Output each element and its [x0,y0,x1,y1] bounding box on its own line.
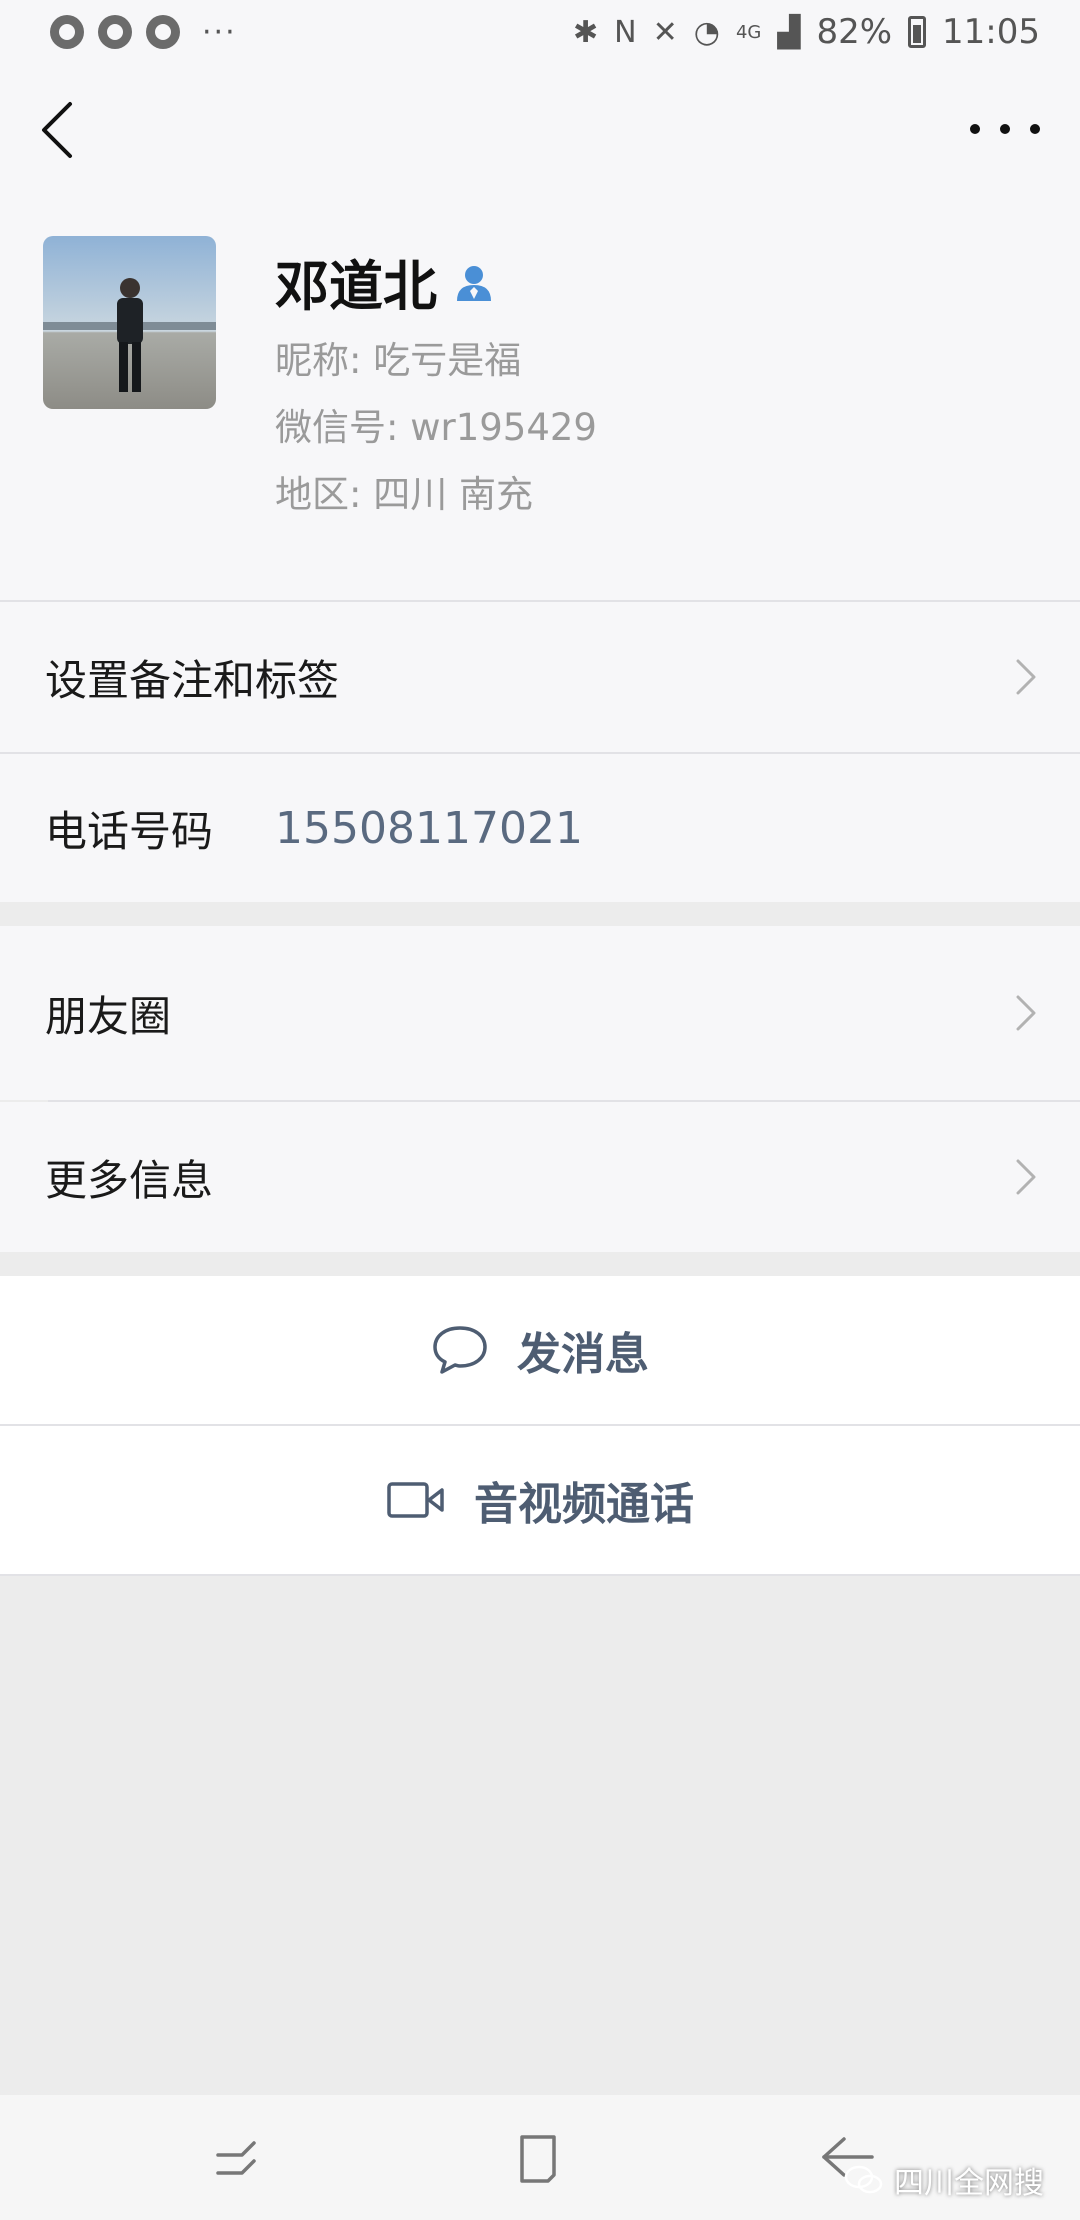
divider [0,1574,1080,1576]
home-icon[interactable] [514,2131,564,2185]
chevron-right-icon [1016,659,1036,695]
profile-card: 邓道北 昵称: 吃亏是福 微信号: wr195429 地区: 四川 南充 [0,194,1080,600]
nfc-icon: N [614,14,637,50]
more-info-label: 更多信息 [45,1155,214,1205]
phone-row[interactable]: 电话号码 15508117021 [0,754,1080,902]
chevron-right-icon [1016,1159,1036,1195]
wechat-logo-icon [844,2165,883,2194]
more-dots-icon [1030,124,1040,134]
more-info-row[interactable]: 更多信息 [0,1102,1080,1252]
avatar-photo [43,236,216,409]
nickname: 昵称: 吃亏是福 [275,339,522,382]
remark-tags-label: 设置备注和标签 [45,655,340,705]
battery-icon [908,16,927,48]
back-button[interactable] [30,94,90,164]
chevron-right-icon [1016,995,1036,1031]
phone-label: 电话号码 [45,806,214,856]
name-row: 邓道北 [275,242,495,321]
battery-percent: 82% [816,12,893,52]
moments-row[interactable]: 朋友圈 [0,926,1080,1100]
av-call-button[interactable]: 音视频通话 [0,1426,1080,1574]
more-notifications-icon: ··· [202,14,237,50]
status-notifications: ··· [50,15,237,50]
wifi-icon: ◔ [693,14,720,50]
recent-apps-icon[interactable] [212,2133,262,2183]
wechat-id: 微信号: wr195429 [275,406,597,449]
moments-label: 朋友圈 [45,991,172,1041]
more-button[interactable] [970,104,1040,154]
notification-app-icon [50,15,84,49]
av-call-label: 音视频通话 [474,1479,694,1530]
video-camera-icon [387,1482,444,1518]
network-type: 4G [735,21,762,43]
send-message-label: 发消息 [517,1329,649,1380]
mute-icon: ✕ [652,14,678,50]
remark-tags-row[interactable]: 设置备注和标签 [0,602,1080,752]
bluetooth-icon: ✱ [573,14,599,50]
clock: 11:05 [942,12,1040,52]
chevron-left-icon [42,102,72,158]
watermark: 四川全网搜 [844,2158,1044,2202]
notification-app-icon [146,15,180,49]
status-indicators: ✱ N ✕ ◔ 4G ▟ 82% 11:05 [573,12,1040,52]
avatar[interactable] [43,236,216,409]
person-badge-icon [457,265,491,301]
top-bar [0,64,1080,194]
send-message-button[interactable]: 发消息 [0,1276,1080,1424]
more-dots-icon [970,124,980,134]
watermark-text: 四川全网搜 [894,2166,1044,2201]
chat-bubble-icon [433,1326,487,1374]
status-bar: ··· ✱ N ✕ ◔ 4G ▟ 82% 11:05 [0,0,1080,64]
contact-name: 邓道北 [275,255,437,318]
region: 地区: 四川 南充 [275,473,533,516]
signal-icon: ▟ [777,14,801,50]
notification-app-icon [98,15,132,49]
more-dots-icon [1000,124,1010,134]
phone-number[interactable]: 15508117021 [275,803,583,854]
system-nav-bar: 四川全网搜 [0,2095,1080,2220]
